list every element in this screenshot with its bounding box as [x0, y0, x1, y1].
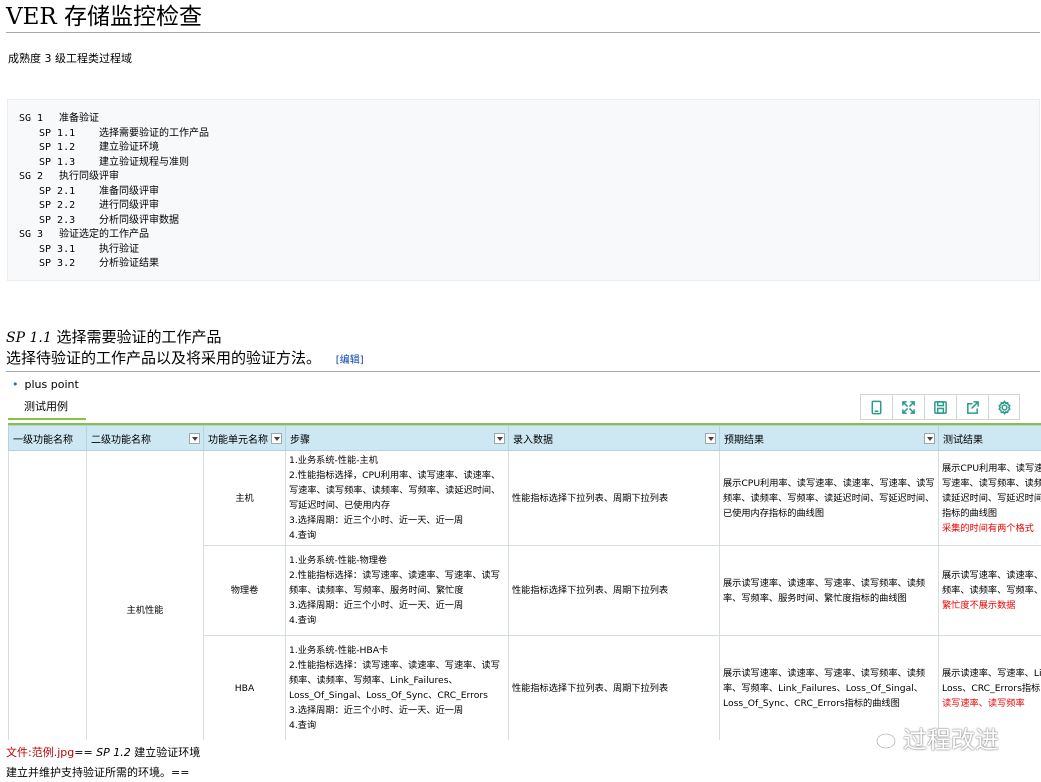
outline-code: SP 1.3 — [39, 156, 76, 168]
col-header[interactable]: 预期结果 — [719, 425, 939, 451]
gear-icon — [997, 399, 1011, 415]
col-header[interactable]: 一级功能名称 — [8, 425, 87, 451]
expected-cell: 展示读写速率、读速率、写速率、读写频率、读频率、写频率、服务时间、繁忙度指标的曲… — [719, 545, 939, 636]
share-icon — [967, 400, 979, 414]
filter-dropdown-icon[interactable] — [494, 433, 505, 444]
outline-text: 验证选定的工作产品 — [59, 229, 149, 240]
outline-code: SG 1 — [19, 113, 44, 124]
input-cell: 性能指标选择下拉列表、周期下拉列表 — [508, 450, 720, 546]
outline-text: 选择需要验证的工作产品 — [99, 127, 209, 139]
col-header[interactable]: 录入数据 — [508, 425, 720, 451]
goal-outline: SG 1 准备验证 SP 1.1 选择需要验证的工作产品 SP 1.2 建立验证环境 SP … — [7, 99, 1040, 281]
footer-line-2: 建立并维护支持验证所需的环境。== — [6, 766, 190, 779]
unit-cell: 主机 — [203, 450, 286, 546]
outline-code: SP 3.2 — [39, 258, 76, 269]
footer-line-1: 文件:范例.jpg== SP 1.2 建立验证环境 — [6, 746, 201, 759]
table-header-row: 一级功能名称 二级功能名称 功能单元名称 步骤 录入数据 预期结果 测试结果 — [8, 425, 1041, 451]
outline-code: SP 2.1 — [39, 185, 76, 197]
filter-dropdown-icon[interactable] — [705, 433, 716, 444]
steps-cell: 1.业务系统-性能-HBA卡 2.性能指标选择：读写速率、读速率、写速率、读写频… — [285, 635, 509, 740]
page-title: VER 存储监控检查 — [6, 2, 1040, 33]
unit-cell: 物理卷 — [203, 545, 286, 636]
group2-cell: 主机性能 — [86, 450, 204, 740]
section-sp-title: 选择需要验证的工作产品 — [56, 328, 222, 346]
next-sp-title: 建立验证环境 — [130, 746, 201, 759]
share-button[interactable] — [956, 394, 988, 420]
outline-sp-item: SP 1.1 选择需要验证的工作产品 — [19, 127, 1039, 142]
watermark: 过程改进 — [865, 720, 999, 755]
outline-text: 建立验证环境 — [99, 142, 159, 153]
active-tab-indicator — [8, 418, 86, 420]
table-row: 主机性能 主机 1.业务系统-性能-主机 2.性能指标选择，CPU利用率、读写速… — [8, 450, 1041, 740]
result-note: 读写速率、读写频率 — [942, 697, 1025, 709]
next-sp-code: SP 1.2 — [96, 746, 131, 759]
result-text: 展示CPU利用率、读写速率、读速率、写速率、读写频率、读频率、写频率、读延迟时间… — [942, 462, 1041, 519]
input-cell: 性能指标选择下拉列表、周期下拉列表 — [508, 635, 720, 740]
section-sp-code: SP 1.1 — [6, 330, 52, 346]
result-note: 繁忙度不展示数据 — [942, 600, 1016, 611]
outline-sp-item: SP 2.2 进行同级评审 — [19, 199, 1039, 214]
wechat-logo-icon — [866, 725, 896, 748]
save-button[interactable] — [924, 394, 956, 420]
filter-dropdown-icon[interactable] — [924, 433, 935, 444]
result-text: 展示读速率、写速率、Link_Failures、Loss、CRC_Errors指… — [942, 667, 1041, 694]
filter-dropdown-icon[interactable] — [189, 433, 200, 444]
fullscreen-button[interactable] — [892, 394, 924, 420]
edit-link[interactable]: [编辑] — [336, 355, 364, 366]
watermark-text: 过程改进 — [903, 726, 999, 754]
page-subtitle: 成熟度 3 级工程类过程域 — [8, 52, 132, 65]
outline-sp-item: SP 3.1 执行验证 — [19, 243, 1039, 258]
save-icon — [934, 400, 947, 414]
group1-cell — [8, 450, 87, 740]
result-cell: 展示读写速率、读速率、写速率、读写频率、读频率、写频率、服务时间繁忙度不展示数据 — [938, 545, 1041, 636]
outline-text: 准备验证 — [59, 113, 99, 124]
bullet-item: plus point — [12, 378, 79, 391]
outline-code: SP 3.1 — [39, 243, 76, 255]
outline-sp-item: SP 2.3 分析同级评审数据 — [19, 214, 1039, 229]
outline-code: SP 2.2 — [39, 200, 76, 211]
input-cell: 性能指标选择下拉列表、周期下拉列表 — [508, 545, 720, 636]
outline-sp-item: SP 2.1 准备同级评审 — [19, 185, 1039, 200]
outline-sg-item: SG 3 验证选定的工作产品 — [19, 228, 1039, 243]
expand-icon — [902, 400, 915, 414]
outline-text: 执行同级评审 — [59, 171, 119, 182]
outline-sp-item: SP 1.3 建立验证规程与准则 — [19, 156, 1039, 171]
col-header[interactable]: 二级功能名称 — [86, 425, 204, 451]
tablet-icon — [871, 400, 882, 414]
file-link[interactable]: 文件:范例.jpg — [6, 746, 74, 759]
settings-button[interactable] — [988, 394, 1020, 420]
outline-text: 执行验证 — [99, 243, 139, 255]
section-description: 选择待验证的工作产品以及将采用的验证方法。 — [6, 349, 322, 367]
outline-code: SP 1.1 — [39, 127, 76, 139]
result-cell: 展示CPU利用率、读写速率、读速率、写速率、读写频率、读频率、写频率、读延迟时间… — [938, 450, 1041, 546]
outline-sp-item: SP 1.2 建立验证环境 — [19, 141, 1039, 156]
outline-code: SG 2 — [19, 171, 44, 182]
outline-code: SP 2.3 — [39, 214, 76, 226]
section-heading: SP 1.1 选择需要验证的工作产品 选择待验证的工作产品以及将采用的验证方法。… — [6, 327, 1040, 372]
outline-text: 建立验证规程与准则 — [99, 156, 189, 168]
outline-text: 分析同级评审数据 — [99, 214, 179, 226]
steps-cell: 1.业务系统-性能-物理卷 2.性能指标选择：读写速率、读速率、写速率、读写频率… — [285, 545, 509, 636]
table-toolbar — [860, 394, 1020, 420]
result-note: 采集的时间有两个格式 — [942, 522, 1034, 534]
outline-sg-item: SG 1 准备验证 — [19, 112, 1039, 127]
steps-cell: 1.业务系统-性能-主机 2.性能指标选择，CPU利用率、读写速率、读速率、写速… — [285, 450, 509, 546]
expected-cell: 展示CPU利用率、读写速率、读速率、写速率、读写频率、读频率、写频率、读延迟时间… — [719, 450, 939, 546]
col-header[interactable]: 功能单元名称 — [203, 425, 286, 451]
col-header[interactable]: 测试结果 — [938, 425, 1041, 451]
outline-code: SG 3 — [19, 229, 44, 240]
result-text: 展示读写速率、读速率、写速率、读写频率、读频率、写频率、服务时间 — [942, 570, 1041, 596]
tab-test-cases[interactable]: 测试用例 — [24, 398, 68, 418]
outline-text: 进行同级评审 — [99, 200, 159, 211]
test-case-grid: 一级功能名称 二级功能名称 功能单元名称 步骤 录入数据 预期结果 测试结果 主… — [8, 423, 1041, 740]
outline-sg-item: SG 2 执行同级评审 — [19, 170, 1039, 185]
tablet-view-button[interactable] — [860, 394, 892, 420]
filter-dropdown-icon[interactable] — [271, 433, 282, 444]
outline-text: 准备同级评审 — [99, 185, 159, 197]
outline-text: 分析验证结果 — [99, 258, 159, 269]
unit-cell: HBA — [203, 635, 286, 740]
col-header[interactable]: 步骤 — [285, 425, 509, 451]
outline-code: SP 1.2 — [39, 142, 76, 153]
outline-sp-item: SP 3.2 分析验证结果 — [19, 257, 1039, 272]
